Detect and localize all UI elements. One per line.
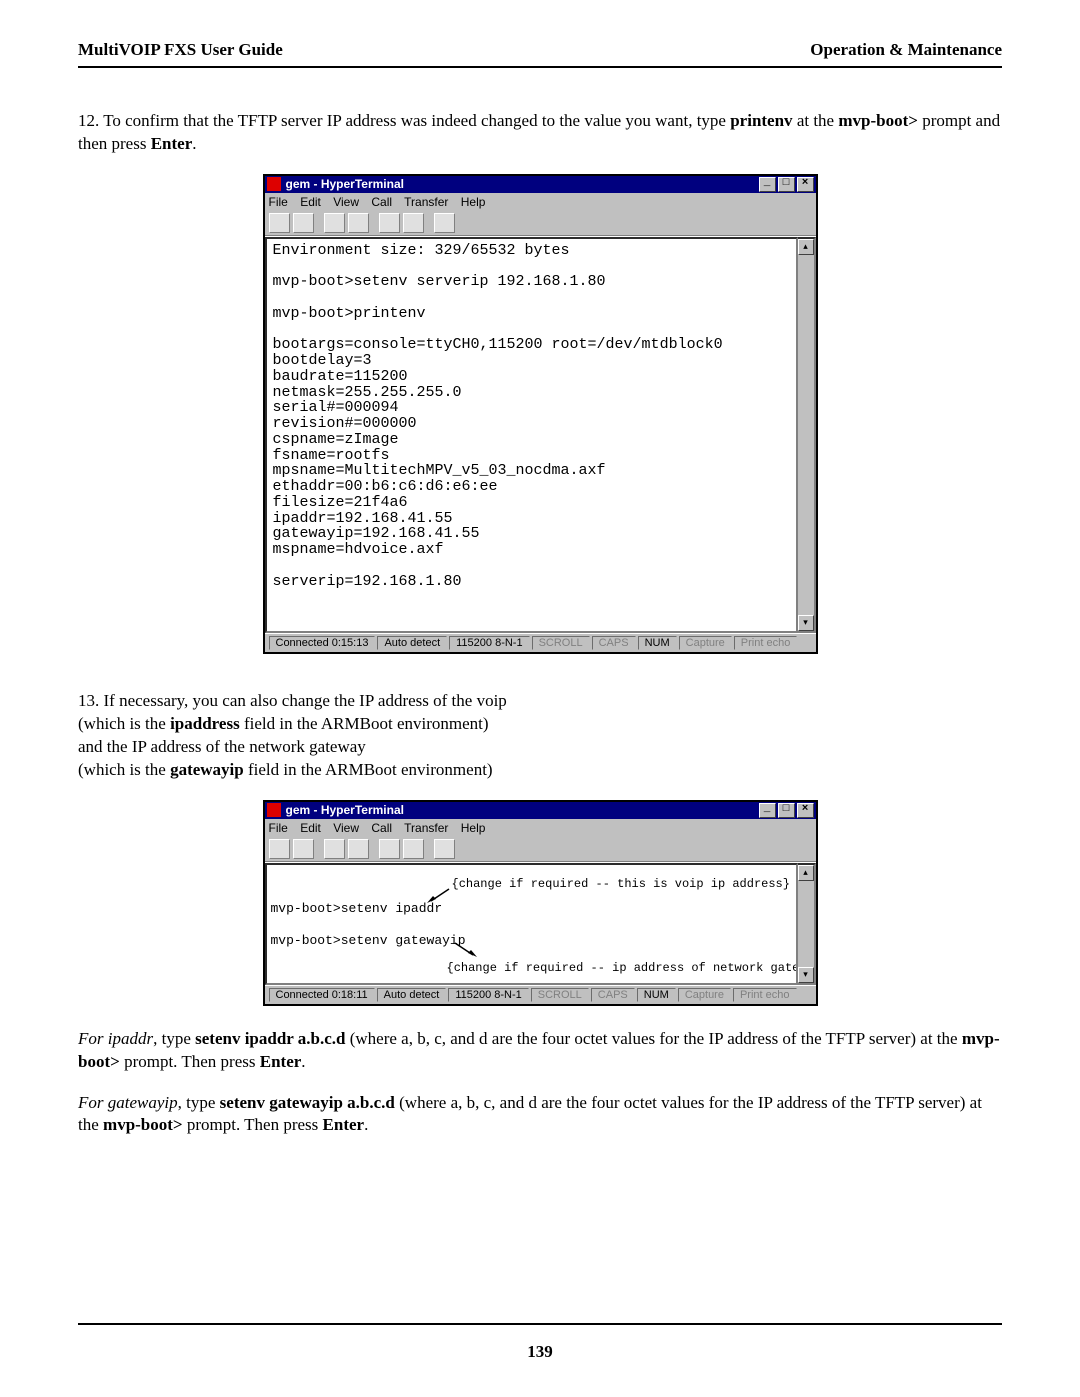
- menu-bar: File Edit View Call Transfer Help: [265, 819, 816, 837]
- status-time: Connected 0:15:13: [269, 636, 376, 650]
- status-bar: Connected 0:15:13 Auto detect 115200 8-N…: [265, 633, 816, 652]
- toolbar: [265, 211, 816, 236]
- terminal-output[interactable]: {change if required -- this is voip ip a…: [265, 863, 798, 985]
- minimize-button[interactable]: _: [759, 177, 776, 192]
- toolbar-call-icon[interactable]: [324, 839, 345, 859]
- maximize-button[interactable]: □: [778, 177, 795, 192]
- toolbar-props-icon[interactable]: [434, 839, 455, 859]
- menu-help[interactable]: Help: [461, 821, 486, 835]
- menu-bar: File Edit View Call Transfer Help: [265, 193, 816, 211]
- toolbar-open-icon[interactable]: [293, 839, 314, 859]
- close-button[interactable]: ×: [797, 803, 814, 818]
- scrollbar[interactable]: ▴ ▾: [798, 237, 816, 633]
- status-bar: Connected 0:18:11 Auto detect 115200 8-N…: [265, 985, 816, 1004]
- status-caps: CAPS: [591, 988, 635, 1002]
- ipaddr-note: For ipaddr, type setenv ipaddr a.b.c.d (…: [78, 1028, 1002, 1074]
- menu-transfer[interactable]: Transfer: [404, 821, 448, 835]
- step-12-text: 12. To confirm that the TFTP server IP a…: [78, 110, 1002, 156]
- menu-file[interactable]: File: [269, 195, 288, 209]
- term-line-1: mvp-boot>setenv ipaddr: [271, 901, 443, 917]
- status-scroll: SCROLL: [531, 988, 589, 1002]
- menu-help[interactable]: Help: [461, 195, 486, 209]
- scroll-up-icon[interactable]: ▴: [798, 239, 814, 255]
- status-print: Print echo: [734, 636, 798, 650]
- window-title: gem - HyperTerminal: [286, 803, 404, 817]
- hyperterminal-window-1: gem - HyperTerminal _ □ × File Edit View…: [263, 174, 818, 654]
- arrow-icon: [453, 941, 479, 959]
- page-header: MultiVOIP FXS User Guide Operation & Mai…: [78, 40, 1002, 68]
- status-detect: Auto detect: [377, 988, 447, 1002]
- menu-edit[interactable]: Edit: [300, 821, 321, 835]
- status-conn: 115200 8-N-1: [449, 636, 529, 650]
- footer-rule: [78, 1323, 1002, 1325]
- menu-call[interactable]: Call: [371, 195, 392, 209]
- toolbar-new-icon[interactable]: [269, 213, 290, 233]
- menu-view[interactable]: View: [333, 821, 359, 835]
- toolbar-receive-icon[interactable]: [403, 213, 424, 233]
- page-number: 139: [0, 1342, 1080, 1362]
- status-detect: Auto detect: [377, 636, 447, 650]
- menu-edit[interactable]: Edit: [300, 195, 321, 209]
- status-caps: CAPS: [592, 636, 636, 650]
- status-capture: Capture: [679, 636, 732, 650]
- term-line-2: mvp-boot>setenv gatewayip: [271, 933, 466, 949]
- toolbar-open-icon[interactable]: [293, 213, 314, 233]
- status-num: NUM: [638, 636, 677, 650]
- terminal-output[interactable]: Environment size: 329/65532 bytes mvp-bo…: [265, 237, 798, 633]
- window-titlebar: gem - HyperTerminal _ □ ×: [265, 802, 816, 819]
- minimize-button[interactable]: _: [759, 803, 776, 818]
- header-right: Operation & Maintenance: [810, 40, 1002, 60]
- menu-transfer[interactable]: Transfer: [404, 195, 448, 209]
- annotation-ipaddr: {change if required -- this is voip ip a…: [452, 877, 790, 891]
- toolbar-hangup-icon[interactable]: [348, 839, 369, 859]
- window-title: gem - HyperTerminal: [286, 177, 404, 191]
- step-13-text: 13. If necessary, you can also change th…: [78, 690, 1002, 782]
- status-print: Print echo: [733, 988, 797, 1002]
- status-num: NUM: [637, 988, 676, 1002]
- menu-view[interactable]: View: [333, 195, 359, 209]
- close-button[interactable]: ×: [797, 177, 814, 192]
- scrollbar[interactable]: ▴ ▾: [798, 863, 816, 985]
- scroll-up-icon[interactable]: ▴: [798, 865, 814, 881]
- status-scroll: SCROLL: [532, 636, 590, 650]
- menu-call[interactable]: Call: [371, 821, 392, 835]
- app-icon: [267, 177, 281, 191]
- hyperterminal-window-2: gem - HyperTerminal _ □ × File Edit View…: [263, 800, 818, 1006]
- toolbar-hangup-icon[interactable]: [348, 213, 369, 233]
- toolbar-send-icon[interactable]: [379, 839, 400, 859]
- header-left: MultiVOIP FXS User Guide: [78, 40, 283, 60]
- window-titlebar: gem - HyperTerminal _ □ ×: [265, 176, 816, 193]
- scroll-down-icon[interactable]: ▾: [798, 615, 814, 631]
- app-icon: [267, 803, 281, 817]
- toolbar-send-icon[interactable]: [379, 213, 400, 233]
- status-conn: 115200 8-N-1: [448, 988, 528, 1002]
- status-time: Connected 0:18:11: [269, 988, 375, 1002]
- status-capture: Capture: [678, 988, 731, 1002]
- menu-file[interactable]: File: [269, 821, 288, 835]
- gatewayip-note: For gatewayip, type setenv gatewayip a.b…: [78, 1092, 1002, 1138]
- toolbar-receive-icon[interactable]: [403, 839, 424, 859]
- toolbar-call-icon[interactable]: [324, 213, 345, 233]
- toolbar-new-icon[interactable]: [269, 839, 290, 859]
- scroll-down-icon[interactable]: ▾: [798, 967, 814, 983]
- toolbar-props-icon[interactable]: [434, 213, 455, 233]
- maximize-button[interactable]: □: [778, 803, 795, 818]
- toolbar: [265, 837, 816, 862]
- annotation-gatewayip: {change if required -- ip address of net…: [447, 961, 798, 975]
